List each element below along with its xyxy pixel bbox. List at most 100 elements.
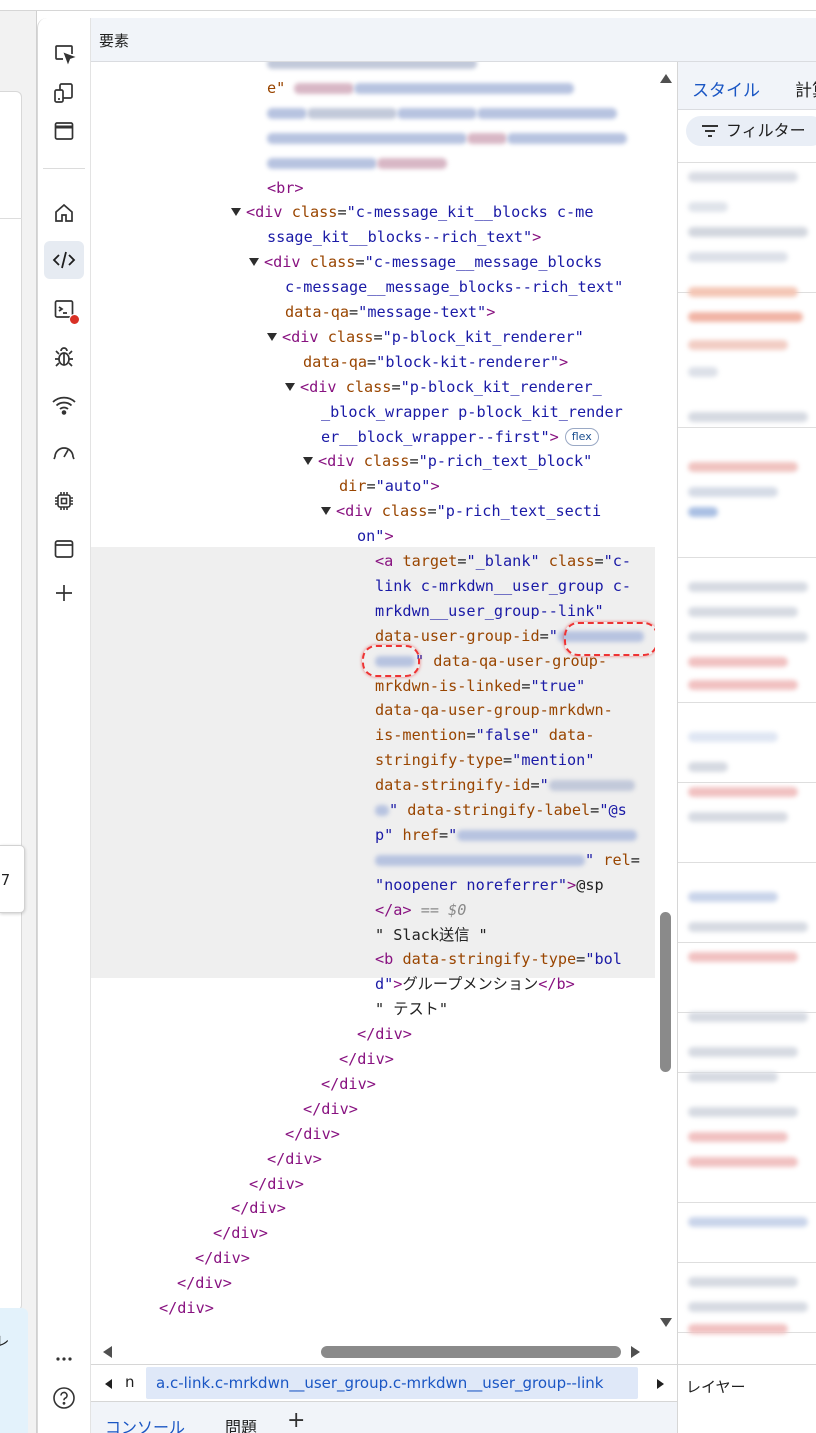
tab-styles[interactable]: スタイル (692, 76, 760, 101)
dom-node-line[interactable]: </div> (231, 1196, 286, 1220)
dom-node-line[interactable]: <b data-stringify-type="bol (375, 947, 622, 971)
cpu-memory-icon[interactable] (44, 482, 84, 520)
elements-code-icon[interactable] (44, 241, 84, 279)
dom-node-line[interactable]: stringify-type="mention" (375, 748, 594, 772)
tab-issues[interactable]: 問題 (225, 1414, 257, 1433)
expand-triangle-icon[interactable] (267, 332, 277, 341)
performance-gauge-icon[interactable] (44, 434, 84, 472)
dom-node-line[interactable] (267, 126, 627, 150)
dom-node-line[interactable]: </div> (267, 1147, 322, 1171)
code-token: </div> (267, 1149, 322, 1168)
dom-node-line[interactable]: <div class="c-message_kit__blocks c-me (231, 200, 593, 224)
breadcrumb-scroll-right-icon[interactable] (651, 1375, 671, 1395)
dom-node-line[interactable]: c-message__message_blocks--rich_text" (285, 275, 623, 299)
dom-node-line[interactable]: <div class="c-message__message_blocks (249, 250, 602, 274)
code-token: "noopener noreferrer" (375, 875, 568, 894)
expand-triangle-icon[interactable] (249, 258, 259, 267)
expand-triangle-icon[interactable] (285, 382, 295, 391)
dom-node-line[interactable]: data-qa-user-group-mrkdwn- (375, 698, 613, 722)
window-icon[interactable] (44, 112, 84, 150)
dom-node-line[interactable]: mrkdwn__user_group--link" (375, 599, 604, 623)
dom-node-line[interactable]: data-qa="message-text"> (285, 300, 495, 324)
tree-vertical-scrollbar[interactable] (655, 62, 677, 1340)
dom-node-line[interactable]: data-qa="block-kit-renderer"> (303, 350, 568, 374)
dom-node-line[interactable] (267, 151, 447, 175)
dom-node-line[interactable]: p" href=" (375, 823, 638, 847)
home-icon[interactable] (44, 194, 84, 232)
dom-node-line[interactable]: </a> == $0 (375, 898, 466, 922)
dom-node-line[interactable]: " Slack送信 " (375, 923, 488, 947)
code-token: data-qa (303, 352, 368, 371)
devtools-activity-bar (37, 18, 91, 1433)
inspect-element-icon[interactable] (44, 35, 84, 73)
blurred-value (354, 82, 575, 94)
dom-node-line[interactable]: data-stringify-id=" (375, 773, 635, 797)
add-panel-icon[interactable] (44, 574, 84, 612)
expand-triangle-icon[interactable] (321, 507, 331, 516)
dom-node-line[interactable]: </div> (339, 1047, 394, 1071)
dom-node-line[interactable] (267, 62, 477, 75)
dom-node-line[interactable]: dir="auto"> (339, 474, 440, 498)
dom-node-line[interactable]: is-mention="false" data- (375, 723, 594, 747)
dom-node-line[interactable]: on"> (357, 524, 394, 548)
tab-computed[interactable]: 計算 (795, 76, 816, 101)
tab-console[interactable]: コンソール (105, 1414, 185, 1433)
help-icon[interactable] (44, 1379, 84, 1417)
more-options-icon[interactable] (44, 1338, 84, 1376)
bug-icon[interactable] (44, 338, 84, 376)
application-window-icon[interactable] (44, 530, 84, 568)
expand-triangle-icon[interactable] (303, 457, 313, 466)
dom-node-line[interactable]: d">グループメンション</b> (375, 972, 575, 996)
dom-node-line[interactable]: </div> (303, 1097, 358, 1121)
dom-node-line[interactable]: <a target="_blank" class="c- (375, 549, 631, 573)
dom-node-line[interactable]: link c-mrkdwn__user_group c- (375, 574, 631, 598)
dom-node-line[interactable]: " rel= (375, 848, 640, 872)
breadcrumb-selected-item[interactable]: a.c-link.c-mrkdwn__user_group.c-mrkdwn__… (146, 1367, 638, 1399)
expand-triangle-icon[interactable] (231, 208, 241, 217)
dom-node-line[interactable]: </div> (321, 1072, 376, 1096)
code-token: = (439, 825, 449, 844)
dom-node-line[interactable]: mrkdwn-is-linked="true" (375, 674, 585, 698)
dom-node-line[interactable]: </div> (285, 1122, 340, 1146)
dom-node-line[interactable]: " テスト" (375, 997, 448, 1021)
tree-horizontal-scrollbar[interactable] (91, 1340, 655, 1364)
dom-node-line[interactable]: <div class="p-rich_text_secti (321, 499, 601, 523)
console-icon[interactable] (44, 290, 84, 328)
elements-dom-tree[interactable]: e" <br> <div class="c-message_kit__blocks… (91, 62, 677, 1364)
dom-node-line[interactable]: <div class="p-block_kit_renderer_ (285, 375, 602, 399)
dom-node-line[interactable]: </div> (195, 1246, 250, 1270)
wifi-network-icon[interactable] (44, 386, 84, 424)
flex-badge[interactable]: flex (564, 427, 599, 446)
layers-label[interactable]: レイヤー (686, 1376, 746, 1397)
panel-title[interactable]: 要素 (99, 30, 129, 51)
dom-node-line[interactable]: </div> (357, 1022, 412, 1046)
vertical-scroll-thumb[interactable] (660, 912, 671, 1072)
dom-node-line[interactable]: <br> (267, 176, 304, 200)
dom-node-line[interactable]: </div> (177, 1271, 232, 1295)
dom-node-line[interactable]: <div class="p-rich_text_block" (303, 449, 592, 473)
scroll-down-icon[interactable] (660, 1318, 672, 1327)
device-toolbar-icon[interactable] (44, 74, 84, 112)
dom-node-line[interactable]: </div> (249, 1172, 304, 1196)
code-token: " (548, 626, 558, 645)
code-token: = (355, 253, 365, 272)
dom-node-line[interactable]: </div> (159, 1296, 214, 1320)
breadcrumb-item[interactable]: n (125, 1373, 135, 1391)
styles-filter-input[interactable]: フィルター (686, 116, 816, 146)
dom-node-line[interactable]: e" (267, 76, 575, 100)
breadcrumb-scroll-left-icon[interactable] (99, 1375, 125, 1395)
add-tab-button[interactable]: + (287, 1408, 305, 1433)
page-blue-panel: ㇾ (0, 1308, 28, 1433)
scroll-up-icon[interactable] (660, 74, 672, 83)
dom-node-line[interactable]: " data-stringify-label="@s (375, 798, 627, 822)
dom-node-line[interactable]: ssage_kit__blocks--rich_text"> (267, 225, 541, 249)
dom-node-line[interactable]: "noopener noreferrer">@sp (375, 873, 604, 897)
dom-node-line[interactable]: er__block_wrapper--first"> flex (321, 425, 599, 449)
dom-node-line[interactable]: <div class="p-block_kit_renderer" (267, 325, 584, 349)
dom-node-line[interactable]: </div> (213, 1221, 268, 1245)
dom-node-line[interactable]: _block_wrapper p-block_kit_render (321, 400, 623, 424)
scroll-left-icon[interactable] (103, 1346, 112, 1358)
dom-node-line[interactable] (267, 101, 617, 125)
scroll-right-icon[interactable] (631, 1346, 640, 1358)
horizontal-scroll-thumb[interactable] (321, 1346, 621, 1358)
